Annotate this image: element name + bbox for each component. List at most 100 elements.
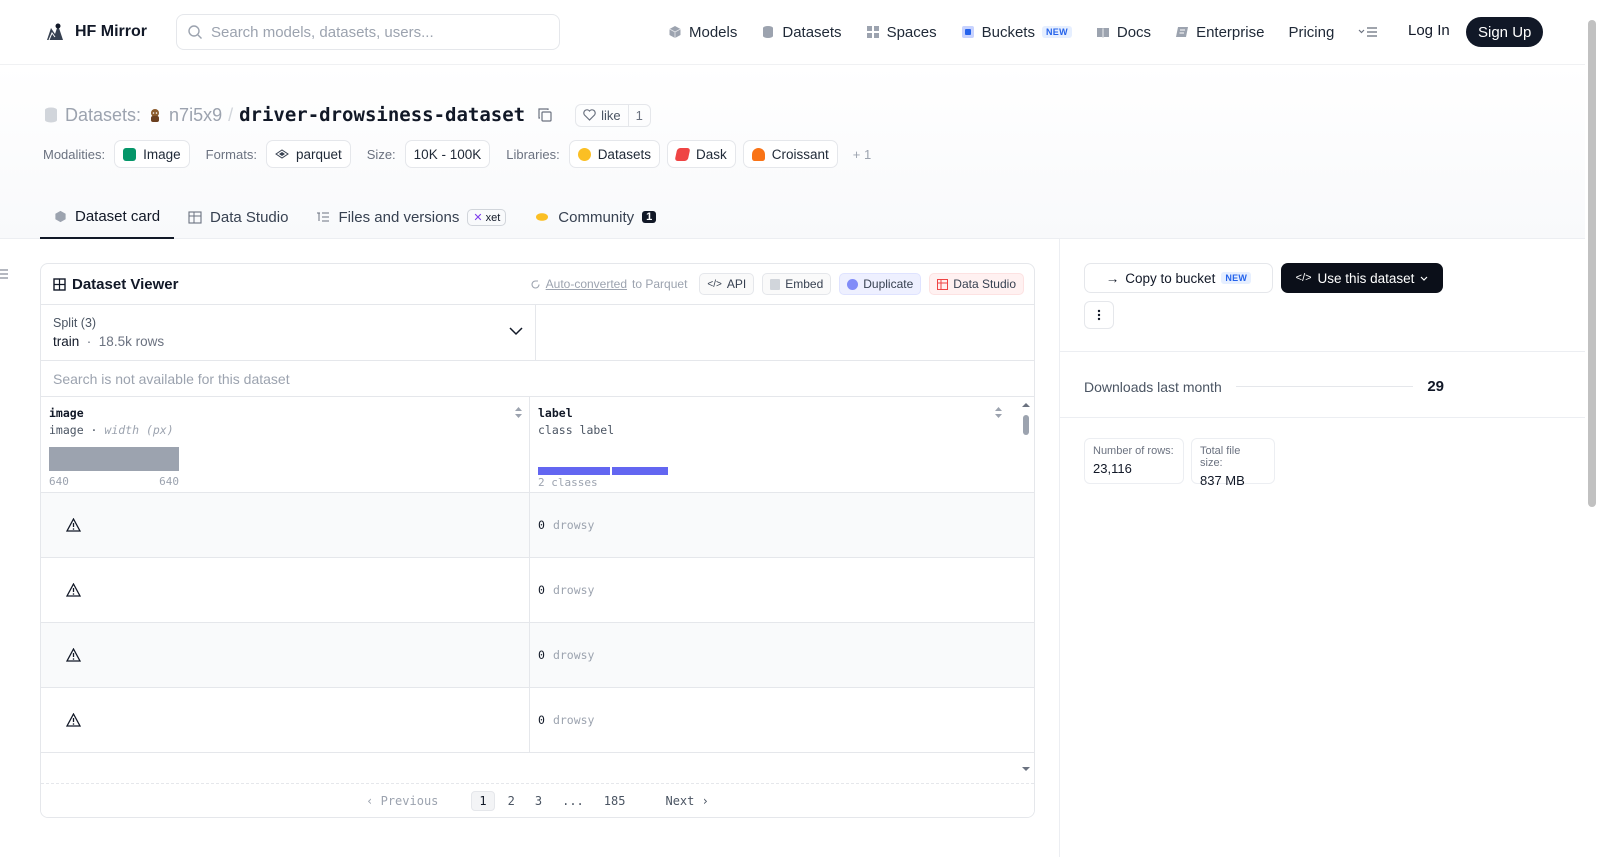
refresh-icon bbox=[531, 279, 540, 289]
nav-items: Models Datasets Spaces Buckets NEW Docs … bbox=[668, 18, 1402, 46]
downloads-label: Downloads last month bbox=[1084, 378, 1222, 395]
downloads-row: Downloads last month 29 bbox=[1084, 378, 1444, 395]
size-key: Size: bbox=[366, 146, 396, 162]
chevron-right-icon: › bbox=[701, 793, 709, 808]
nav-spaces[interactable]: Spaces bbox=[866, 24, 937, 41]
nav-models[interactable]: Models bbox=[668, 24, 737, 41]
tag-library-datasets[interactable]: Datasets bbox=[568, 140, 660, 168]
downloads-sparkline bbox=[1235, 386, 1414, 387]
size-stat: Total file size: 837 MB bbox=[1191, 438, 1275, 488]
class-bar-segment[interactable] bbox=[612, 467, 668, 475]
tag-size[interactable]: 10K - 100K bbox=[404, 140, 491, 168]
tab-data-studio[interactable]: Data Studio bbox=[174, 195, 302, 239]
api-button[interactable]: </> API bbox=[699, 273, 755, 295]
tab-community-label: Community bbox=[558, 208, 635, 226]
pager-previous[interactable]: ‹ Previous bbox=[359, 792, 445, 810]
image-cell[interactable] bbox=[41, 688, 530, 752]
label-cell[interactable]: 0 drowsy bbox=[530, 623, 1019, 687]
table-row[interactable]: 0 drowsy bbox=[41, 688, 1034, 753]
width-histogram-bar[interactable] bbox=[49, 447, 179, 471]
scroll-thumb[interactable] bbox=[1023, 415, 1029, 435]
pager-page-1[interactable]: 1 bbox=[471, 790, 495, 811]
label-cell[interactable]: 0 drowsy bbox=[530, 558, 1019, 622]
table-row[interactable]: 0 drowsy bbox=[41, 558, 1034, 623]
pager-next[interactable]: Next › bbox=[658, 792, 715, 810]
pager-page-last[interactable]: 185 bbox=[597, 792, 633, 810]
pager-page-3[interactable]: 3 bbox=[528, 792, 549, 810]
owner-link[interactable]: n7i5x9 bbox=[169, 105, 222, 126]
duplicate-button[interactable]: Duplicate bbox=[839, 273, 922, 295]
xet-mark-icon: ✕ bbox=[473, 211, 483, 224]
use-dataset-button[interactable]: </> Use this dataset bbox=[1281, 263, 1443, 293]
grid-scrollbar[interactable] bbox=[1020, 401, 1032, 773]
sort-icon[interactable] bbox=[994, 406, 1003, 419]
tag-modality-image[interactable]: Image bbox=[114, 140, 190, 168]
column-name: label bbox=[538, 406, 573, 420]
arrow-right-icon: → bbox=[1105, 270, 1120, 286]
database-icon bbox=[763, 26, 774, 38]
xet-badge: ✕ xet bbox=[467, 208, 507, 226]
repo-name[interactable]: driver-drowsiness-dataset bbox=[239, 104, 525, 126]
copy-to-bucket-button[interactable]: → Copy to bucket NEW bbox=[1084, 263, 1273, 293]
sidebar-toggle-icon[interactable] bbox=[0, 268, 10, 280]
image-cell[interactable] bbox=[41, 623, 530, 687]
divider bbox=[1060, 351, 1585, 352]
like-toggle[interactable]: like bbox=[576, 104, 629, 126]
nav-enterprise[interactable]: Enterprise bbox=[1175, 24, 1264, 41]
tab-community[interactable]: Community 1 bbox=[520, 195, 670, 239]
nav-buckets[interactable]: Buckets NEW bbox=[961, 24, 1072, 41]
label-cell[interactable]: 0 drowsy bbox=[530, 493, 1019, 557]
path-separator: / bbox=[228, 104, 234, 125]
column-header-image[interactable]: image image · width (px) 640 640 bbox=[41, 397, 530, 492]
like-count: 1 bbox=[635, 107, 643, 123]
like-button[interactable]: like 1 bbox=[575, 103, 651, 127]
tab-data-studio-label: Data Studio bbox=[210, 208, 289, 226]
tag-library-croissant[interactable]: Croissant bbox=[742, 140, 838, 168]
embed-button[interactable]: Embed bbox=[762, 273, 832, 295]
tag-size-label: 10K - 100K bbox=[413, 146, 482, 162]
auto-converted-link[interactable]: Auto-converted bbox=[546, 277, 627, 291]
column-header-label[interactable]: label class label 2 classes bbox=[530, 397, 1019, 492]
split-selector[interactable]: Split (3) train · 18.5k rows bbox=[41, 305, 536, 360]
nav-datasets[interactable]: Datasets bbox=[761, 24, 842, 41]
label-name: drowsy bbox=[552, 583, 595, 597]
tag-format-parquet[interactable]: parquet bbox=[265, 140, 351, 168]
pager-page-2[interactable]: 2 bbox=[501, 792, 522, 810]
tags-row: Modalities: Image Formats: parquet Size:… bbox=[43, 140, 871, 168]
nav-more-menu[interactable] bbox=[1358, 25, 1378, 39]
tag-library-dask[interactable]: Dask bbox=[666, 140, 736, 168]
label-cell[interactable]: 0 drowsy bbox=[530, 688, 1019, 752]
signup-button[interactable]: Sign Up bbox=[1466, 17, 1544, 47]
nav-pricing[interactable]: Pricing bbox=[1288, 24, 1334, 41]
studio-table-icon bbox=[937, 278, 949, 290]
scroll-up-icon[interactable] bbox=[1020, 401, 1032, 409]
table-row[interactable]: 0 drowsy bbox=[41, 623, 1034, 688]
scroll-down-icon[interactable] bbox=[1020, 765, 1032, 773]
search-input[interactable] bbox=[211, 23, 541, 41]
class-distribution-bar[interactable] bbox=[538, 467, 668, 475]
table-row[interactable]: 0 drowsy bbox=[41, 493, 1034, 558]
like-label: like bbox=[601, 107, 621, 123]
nav-spaces-label: Spaces bbox=[886, 23, 937, 41]
more-options-button[interactable] bbox=[1084, 301, 1114, 329]
login-link[interactable]: Log In bbox=[1408, 22, 1450, 39]
tab-files-versions[interactable]: Files and versions ✕ xet bbox=[302, 195, 520, 239]
datasets-breadcrumb[interactable]: Datasets: bbox=[65, 105, 141, 126]
page-scrollbar[interactable] bbox=[1588, 20, 1596, 507]
sort-icon[interactable] bbox=[514, 406, 523, 419]
files-icon bbox=[317, 212, 330, 221]
image-cell[interactable] bbox=[41, 493, 530, 557]
brand[interactable]: HF Mirror bbox=[43, 20, 147, 44]
nav-docs[interactable]: Docs bbox=[1096, 24, 1151, 41]
tags-more-link[interactable]: + 1 bbox=[853, 147, 871, 162]
tab-dataset-card[interactable]: Dataset card bbox=[40, 195, 175, 239]
heart-icon bbox=[583, 109, 596, 121]
class-bar-segment[interactable] bbox=[538, 467, 610, 475]
data-studio-button[interactable]: Data Studio bbox=[929, 273, 1024, 295]
chevron-down-icon bbox=[509, 327, 523, 336]
image-cell[interactable] bbox=[41, 558, 530, 622]
nav-buckets-new-badge: NEW bbox=[1041, 26, 1072, 38]
downloads-value: 29 bbox=[1427, 378, 1444, 395]
copy-icon[interactable] bbox=[537, 107, 553, 123]
search-box[interactable] bbox=[176, 14, 560, 50]
